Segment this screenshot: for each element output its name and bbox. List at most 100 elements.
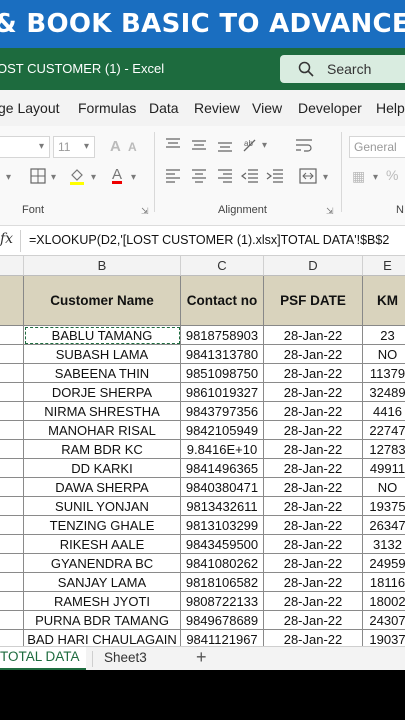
column-header-c[interactable]: C (181, 256, 264, 276)
table-cell[interactable]: RAM BDR KC (24, 440, 181, 459)
table-cell[interactable]: 49911 (363, 459, 405, 478)
table-cell[interactable]: DORJE SHERPA (24, 383, 181, 402)
underline-dropdown-icon[interactable]: ▾ (6, 172, 11, 183)
header-psf-date[interactable]: PSF DATE (264, 276, 363, 326)
cell-a[interactable] (0, 630, 24, 646)
chevron-down-icon[interactable]: ▾ (373, 172, 378, 183)
worksheet-grid[interactable]: B C D E Customer Name Contact no PSF DAT… (0, 256, 405, 646)
cell-a[interactable] (0, 345, 24, 364)
table-cell[interactable]: 9843797356 (181, 402, 264, 421)
table-cell[interactable]: 18002 (363, 592, 405, 611)
currency-icon[interactable]: ▦ (352, 168, 365, 185)
cell-a[interactable] (0, 326, 24, 345)
chevron-down-icon[interactable]: ▾ (262, 140, 267, 151)
table-cell[interactable]: 28-Jan-22 (264, 554, 363, 573)
tab-data[interactable]: Data (149, 100, 179, 116)
table-cell[interactable]: 24307 (363, 611, 405, 630)
table-cell[interactable]: SANJAY LAMA (24, 573, 181, 592)
table-cell[interactable]: GYANENDRA BC (24, 554, 181, 573)
table-cell[interactable]: 28-Jan-22 (264, 326, 363, 345)
orientation-icon[interactable]: ab (241, 136, 259, 154)
table-cell[interactable]: 9818758903 (181, 326, 264, 345)
table-cell[interactable]: 19375 (363, 497, 405, 516)
header-customer-name[interactable]: Customer Name (24, 276, 181, 326)
table-cell[interactable]: 9843459500 (181, 535, 264, 554)
cell-a[interactable] (0, 592, 24, 611)
cell-a[interactable] (0, 478, 24, 497)
chevron-down-icon[interactable]: ▾ (51, 172, 56, 183)
table-cell[interactable]: 9849678689 (181, 611, 264, 630)
fx-icon[interactable]: fx (0, 231, 13, 247)
align-top-icon[interactable] (165, 138, 181, 152)
tab-formulas[interactable]: Formulas (78, 100, 136, 116)
fill-color-icon[interactable] (68, 167, 86, 185)
cell-a[interactable] (0, 383, 24, 402)
table-cell[interactable]: 9851098750 (181, 364, 264, 383)
header-cell-a[interactable] (0, 276, 24, 326)
table-cell[interactable]: 11379 (363, 364, 405, 383)
cell-a[interactable] (0, 516, 24, 535)
column-header-a[interactable] (0, 256, 24, 276)
font-size-select[interactable]: 11 ▾ (53, 136, 95, 158)
table-cell[interactable]: 28-Jan-22 (264, 402, 363, 421)
table-cell[interactable]: DAWA SHERPA (24, 478, 181, 497)
wrap-text-icon[interactable] (295, 138, 313, 154)
table-cell[interactable]: 3132 (363, 535, 405, 554)
table-cell[interactable]: SABEENA THIN (24, 364, 181, 383)
add-sheet-icon[interactable]: + (196, 647, 207, 668)
number-format-select[interactable]: General (349, 136, 405, 158)
align-left-icon[interactable] (165, 169, 181, 183)
tab-help[interactable]: Help (376, 100, 405, 116)
table-cell[interactable]: 24959 (363, 554, 405, 573)
alignment-dialog-launcher-icon[interactable]: ⇲ (326, 206, 334, 217)
table-cell[interactable]: 28-Jan-22 (264, 421, 363, 440)
table-cell[interactable]: NO (363, 478, 405, 497)
table-cell[interactable]: 9842105949 (181, 421, 264, 440)
table-cell[interactable]: 28-Jan-22 (264, 611, 363, 630)
increase-font-icon[interactable]: A (110, 138, 121, 155)
table-cell[interactable]: SUNIL YONJAN (24, 497, 181, 516)
table-cell[interactable]: 9840380471 (181, 478, 264, 497)
font-dialog-launcher-icon[interactable]: ⇲ (141, 206, 149, 217)
sheet-tab-sheet3[interactable]: Sheet3 (104, 650, 147, 665)
tab-page-layout[interactable]: ge Layout (0, 100, 60, 116)
table-cell[interactable]: 9841313780 (181, 345, 264, 364)
table-cell[interactable]: 12783 (363, 440, 405, 459)
table-cell[interactable]: 32489 (363, 383, 405, 402)
header-contact-no[interactable]: Contact no (181, 276, 264, 326)
table-cell[interactable]: 28-Jan-22 (264, 497, 363, 516)
table-cell[interactable]: RAMESH JYOTI (24, 592, 181, 611)
cell-a[interactable] (0, 364, 24, 383)
align-middle-icon[interactable] (191, 138, 207, 152)
decrease-indent-icon[interactable] (241, 169, 259, 183)
cell-a[interactable] (0, 535, 24, 554)
table-cell[interactable]: 28-Jan-22 (264, 383, 363, 402)
table-cell[interactable]: MANOHAR RISAL (24, 421, 181, 440)
percent-icon[interactable]: % (386, 167, 398, 183)
table-cell[interactable]: 28-Jan-22 (264, 345, 363, 364)
table-cell[interactable]: 19037 (363, 630, 405, 646)
column-header-b[interactable]: B (24, 256, 181, 276)
align-right-icon[interactable] (217, 169, 233, 183)
table-cell[interactable]: 22747 (363, 421, 405, 440)
chevron-down-icon[interactable]: ▾ (131, 172, 136, 183)
cell-a[interactable] (0, 421, 24, 440)
decrease-font-icon[interactable]: A (128, 140, 137, 154)
cell-a[interactable] (0, 611, 24, 630)
table-cell[interactable]: NO (363, 345, 405, 364)
font-color-icon[interactable]: A (112, 166, 122, 183)
table-cell[interactable]: 26347 (363, 516, 405, 535)
table-cell[interactable]: 28-Jan-22 (264, 364, 363, 383)
table-cell[interactable]: 28-Jan-22 (264, 573, 363, 592)
table-cell[interactable]: 9818106582 (181, 573, 264, 592)
tab-view[interactable]: View (252, 100, 282, 116)
table-cell[interactable]: 9861019327 (181, 383, 264, 402)
cell-a[interactable] (0, 459, 24, 478)
column-header-d[interactable]: D (264, 256, 363, 276)
cell-a[interactable] (0, 573, 24, 592)
table-cell[interactable]: DD KARKI (24, 459, 181, 478)
table-cell[interactable]: 9841121967 (181, 630, 264, 646)
table-cell[interactable]: 9.8416E+10 (181, 440, 264, 459)
cell-a[interactable] (0, 440, 24, 459)
table-cell[interactable]: NIRMA SHRESTHA (24, 402, 181, 421)
